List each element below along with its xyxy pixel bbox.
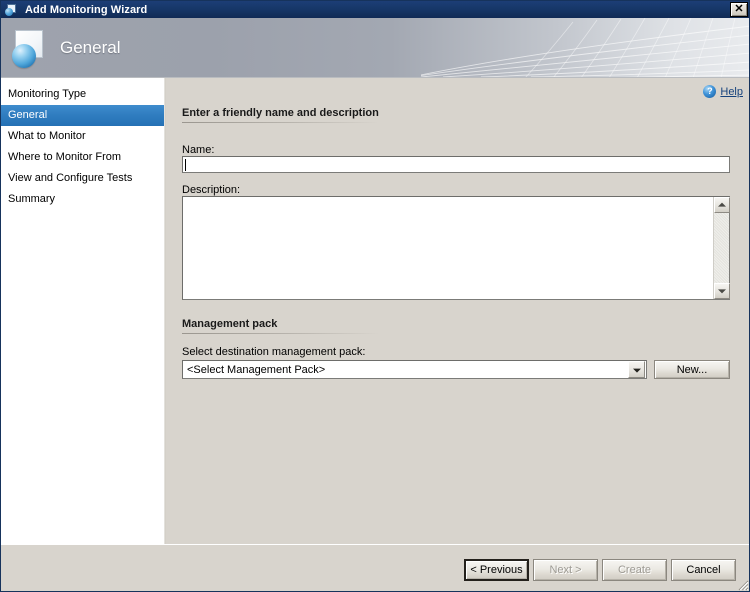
- sidebar-item-what-to-monitor[interactable]: What to Monitor: [1, 126, 164, 147]
- sidebar-item-label: What to Monitor: [8, 130, 86, 142]
- management-pack-select[interactable]: <Select Management Pack>: [182, 360, 647, 379]
- description-label: Description:: [182, 184, 241, 196]
- add-monitoring-wizard-window: Add Monitoring Wizard ✕ General Monitori…: [0, 0, 750, 592]
- page-title: General: [60, 38, 121, 57]
- sidebar-item-label: Summary: [8, 193, 56, 205]
- close-icon: ✕: [734, 3, 744, 15]
- name-label: Name:: [182, 144, 215, 156]
- description-scrollbar[interactable]: [713, 197, 730, 299]
- name-input[interactable]: [182, 156, 730, 173]
- scroll-down-button[interactable]: [714, 283, 730, 299]
- window-title: Add Monitoring Wizard: [25, 3, 148, 16]
- scroll-up-button[interactable]: [714, 197, 730, 213]
- previous-button[interactable]: < Previous: [464, 559, 529, 581]
- chevron-down-icon: [718, 289, 726, 294]
- window-icon: [5, 3, 20, 17]
- sidebar-item-general[interactable]: General: [1, 105, 164, 126]
- next-button-label: Next >: [549, 564, 582, 576]
- help-label: Help: [720, 85, 743, 98]
- management-pack-label: Select destination management pack:: [182, 346, 366, 358]
- cancel-button-label: Cancel: [686, 564, 721, 576]
- new-button-label: New...: [676, 363, 708, 376]
- wizard-content-pane: Help Enter a friendly name and descripti…: [166, 78, 749, 544]
- dropdown-arrow-icon[interactable]: [628, 361, 645, 378]
- wizard-footer: < Previous Next > Create Cancel: [1, 544, 749, 591]
- sidebar-item-where-to-monitor-from[interactable]: Where to Monitor From: [1, 147, 164, 168]
- general-page-icon: [12, 30, 54, 70]
- management-pack-selected-value: <Select Management Pack>: [187, 363, 326, 376]
- title-bar: Add Monitoring Wizard ✕: [1, 1, 749, 18]
- create-button: Create: [602, 559, 667, 581]
- header-mesh-decoration: [421, 18, 749, 78]
- sidebar-item-label: Monitoring Type: [8, 88, 87, 100]
- wizard-step-sidebar: Monitoring Type General What to Monitor …: [1, 78, 165, 544]
- text-caret: [185, 159, 186, 171]
- previous-button-label: < Previous: [470, 564, 523, 576]
- sidebar-item-monitoring-type[interactable]: Monitoring Type: [1, 84, 164, 105]
- sidebar-item-view-and-configure-tests[interactable]: View and Configure Tests: [1, 168, 164, 189]
- resize-grip[interactable]: [736, 578, 749, 591]
- create-button-label: Create: [617, 564, 652, 576]
- sidebar-item-label: General: [8, 109, 48, 121]
- sidebar-item-label: View and Configure Tests: [8, 172, 133, 184]
- help-link[interactable]: Help: [703, 85, 743, 98]
- new-management-pack-button[interactable]: New...: [654, 360, 730, 379]
- chevron-up-icon: [718, 202, 726, 207]
- sidebar-item-label: Where to Monitor From: [8, 151, 122, 163]
- description-textarea[interactable]: [182, 196, 730, 300]
- sidebar-item-summary[interactable]: Summary: [1, 189, 164, 210]
- close-button[interactable]: ✕: [730, 2, 748, 17]
- name-section-heading: Enter a friendly name and description: [182, 107, 379, 123]
- cancel-button[interactable]: Cancel: [671, 559, 736, 581]
- management-pack-section-heading: Management pack: [182, 318, 378, 334]
- next-button: Next >: [533, 559, 598, 581]
- wizard-header-banner: General: [1, 18, 749, 78]
- help-question-icon: [703, 85, 717, 98]
